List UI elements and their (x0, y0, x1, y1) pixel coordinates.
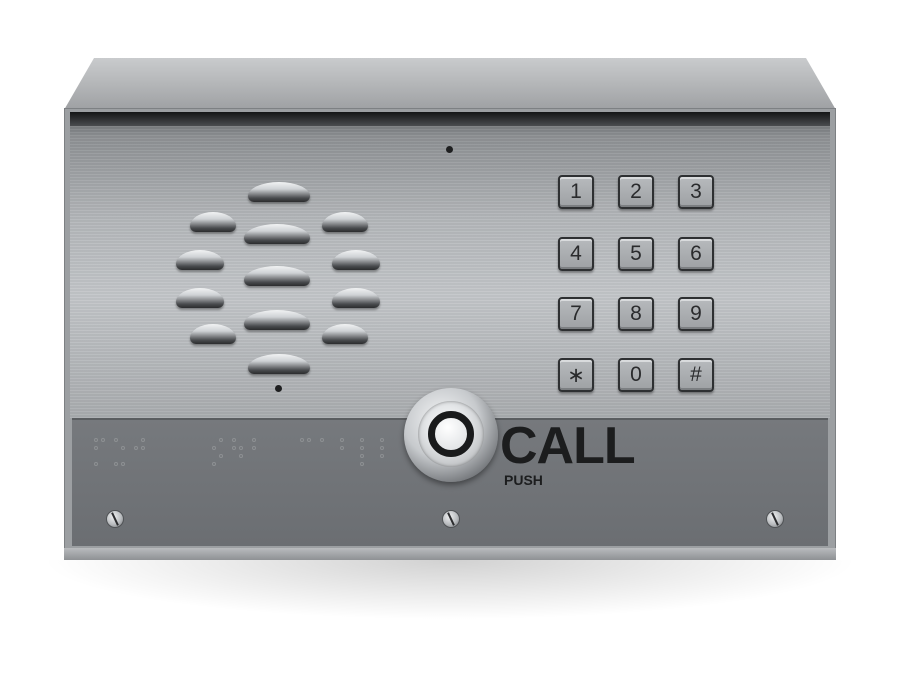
speaker-slot (248, 182, 310, 202)
braille-dot (380, 454, 384, 458)
braille-dot (114, 462, 118, 466)
key-9[interactable]: 9 (678, 297, 714, 331)
braille-dot (101, 438, 105, 442)
key-3[interactable]: 3 (678, 175, 714, 209)
braille-dot (360, 438, 364, 442)
braille-dot (252, 438, 256, 442)
key-hash[interactable]: # (678, 358, 714, 392)
key-8[interactable]: 8 (618, 297, 654, 331)
braille-dot (121, 446, 125, 450)
braille-dot (134, 446, 138, 450)
key-6[interactable]: 6 (678, 237, 714, 271)
braille-dot (300, 438, 304, 442)
braille-dot (94, 446, 98, 450)
braille-dot (360, 454, 364, 458)
screw-icon (442, 510, 460, 528)
braille-dot (340, 446, 344, 450)
housing-bottom-edge (64, 548, 836, 560)
key-4[interactable]: 4 (558, 237, 594, 271)
braille-dot (212, 446, 216, 450)
faceplate-shadow (70, 112, 830, 126)
intercom-scene: 1 2 3 4 5 6 7 8 9 ∗ 0 # CALL PUSH (0, 0, 900, 700)
key-5[interactable]: 5 (618, 237, 654, 271)
key-1[interactable]: 1 (558, 175, 594, 209)
key-2[interactable]: 2 (618, 175, 654, 209)
braille-dot (141, 446, 145, 450)
braille-dot (239, 446, 243, 450)
braille-dot (219, 438, 223, 442)
speaker-slot (244, 310, 310, 330)
braille-dot (141, 438, 145, 442)
key-7[interactable]: 7 (558, 297, 594, 331)
braille-dot (239, 454, 243, 458)
screw-icon (106, 510, 124, 528)
braille-dot (380, 446, 384, 450)
braille-dot (252, 446, 256, 450)
speaker-slot (190, 212, 236, 232)
braille-dot (360, 446, 364, 450)
floor-shadow (40, 560, 860, 620)
braille-dot (121, 462, 125, 466)
microphone-hole-icon (446, 146, 453, 153)
speaker-slot (190, 324, 236, 344)
braille-dot (232, 446, 236, 450)
speaker-slot (322, 212, 368, 232)
call-label: CALL (500, 417, 636, 475)
braille-dot (307, 438, 311, 442)
screw-icon (766, 510, 784, 528)
housing-hood (64, 58, 836, 110)
speaker-slot (248, 354, 310, 374)
braille-dot (94, 438, 98, 442)
push-label: PUSH (504, 472, 543, 488)
braille-dot (380, 438, 384, 442)
speaker-slot (244, 224, 310, 244)
braille-dot (232, 438, 236, 442)
braille-dot (94, 462, 98, 466)
braille-dot (219, 454, 223, 458)
braille-dot (212, 462, 216, 466)
key-star[interactable]: ∗ (558, 358, 594, 392)
speaker-slot (322, 324, 368, 344)
microphone-hole-icon (275, 385, 282, 392)
braille-dot (114, 438, 118, 442)
braille-dot (320, 438, 324, 442)
call-ring-icon (428, 411, 474, 457)
speaker-slot (244, 266, 310, 286)
key-0[interactable]: 0 (618, 358, 654, 392)
braille-dot (340, 438, 344, 442)
braille-dot (360, 462, 364, 466)
